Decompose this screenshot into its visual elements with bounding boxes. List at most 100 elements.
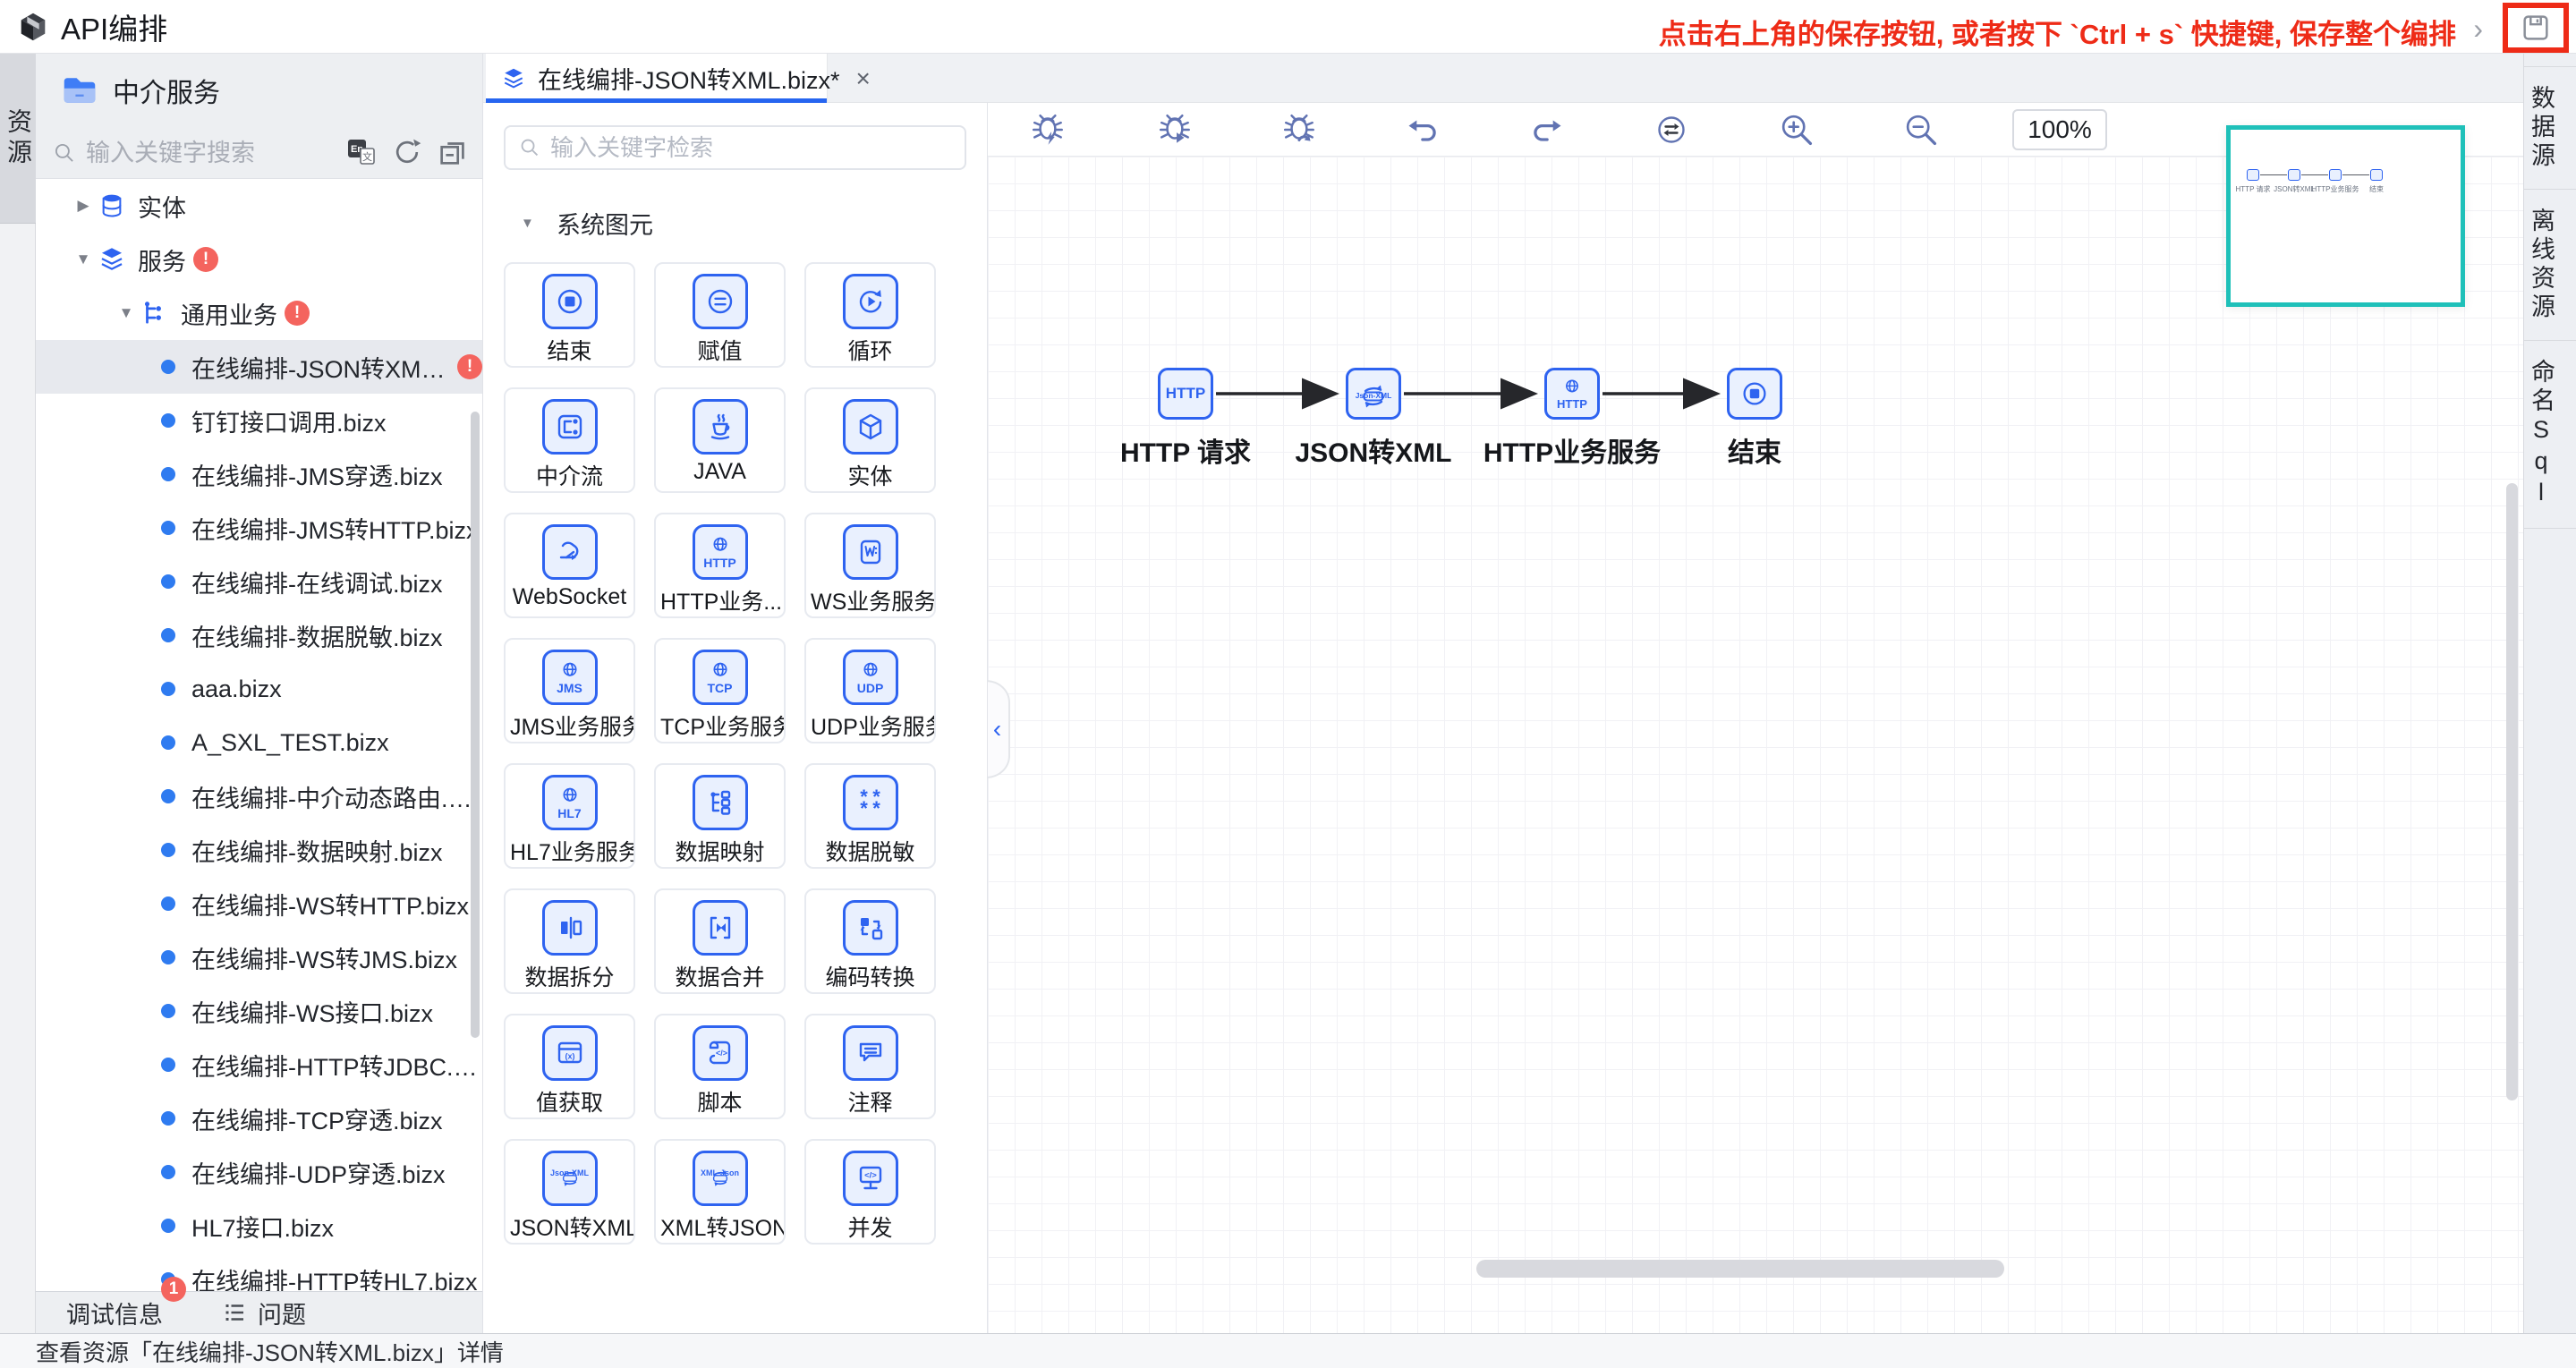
flow-node-3[interactable]: HTTP — [1544, 368, 1600, 420]
palette-item-concurrent[interactable]: </>并发 — [804, 1139, 936, 1245]
flow-canvas[interactable]: 100% HTTPHTTP 请求Json-XMLJSON转XMLHTTPHTTP… — [988, 103, 2523, 1333]
toolbar-debug-lightning-icon[interactable] — [1028, 109, 1069, 150]
tree-item[interactable]: 在线编排-JMS穿透.bizx — [36, 447, 482, 501]
palette-item-globe[interactable]: UDPUDP业务服务 — [804, 638, 936, 743]
palette-item-globe[interactable]: HL7HL7业务服务 — [504, 763, 635, 869]
tree-item[interactable]: ▶实体 — [36, 179, 482, 233]
canvas-grid[interactable]: HTTPHTTP 请求Json-XMLJSON转XMLHTTPHTTP业务服务结… — [988, 157, 2523, 1333]
bullet-dot-icon — [161, 1004, 175, 1018]
page-title: API编排 — [61, 5, 167, 48]
toolbar-debug-play-icon[interactable] — [1155, 109, 1196, 150]
minimap[interactable]: HTTP 请求JSON转XMLHTTP业务服务结束 — [2226, 125, 2465, 307]
palette-item-label: HL7业务服务 — [506, 835, 633, 867]
palette-item-java[interactable]: JAVA — [654, 387, 786, 493]
canvas-horizontal-scrollbar[interactable] — [1476, 1260, 2004, 1278]
palette-item-globe[interactable]: JMSJMS业务服务 — [504, 638, 635, 743]
palette-item-script[interactable]: </>脚本 — [654, 1014, 786, 1119]
palette-item-jsonxml[interactable]: XML-JsonXML转JSON — [654, 1139, 786, 1245]
bullet-dot-icon — [161, 950, 175, 964]
tree-scrollbar[interactable] — [471, 412, 480, 1038]
flow-node-1[interactable]: HTTP — [1158, 368, 1213, 420]
palette-item-convert[interactable]: 编码转换 — [804, 888, 936, 994]
tree-item-label: 在线编排-WS接口.bizx — [191, 994, 433, 1029]
palette-item-jsonxml[interactable]: Json-XMLJSON转XML — [504, 1139, 635, 1245]
palette-item-docw[interactable]: WS业务服务 — [804, 513, 936, 618]
flow-node-4[interactable] — [1727, 368, 1782, 420]
value-icon: (x) — [542, 1025, 598, 1081]
palette-item-equals[interactable]: 赋值 — [654, 262, 786, 368]
toolbar-undo-icon[interactable] — [1403, 109, 1444, 150]
tree-item[interactable]: 在线编排-JSON转XML.bizx! — [36, 340, 482, 394]
sidebar-tab-datasource[interactable]: 数据源 — [2524, 66, 2576, 190]
tab-debug-info[interactable]: 调试信息 — [66, 1296, 163, 1330]
tree-item[interactable]: 在线编排-HTTP转HL7.bizx — [36, 1253, 482, 1291]
palette-item-comment[interactable]: 注释 — [804, 1014, 936, 1119]
zoom-level-display[interactable]: 100% — [2012, 109, 2107, 150]
palette-item-split[interactable]: 数据拆分 — [504, 888, 635, 994]
editor-tab-title: 在线编排-JSON转XML.bizx* — [538, 61, 840, 96]
save-button[interactable] — [2503, 3, 2569, 53]
tree-item[interactable]: 在线编排-WS接口.bizx — [36, 984, 482, 1038]
palette-item-value[interactable]: (x)值获取 — [504, 1014, 635, 1119]
sidebar-tab-resources[interactable]: 资源 — [0, 54, 36, 224]
palette-item-cube[interactable]: 实体 — [804, 387, 936, 493]
palette-section-header[interactable]: ▼ 系统图元 — [483, 206, 987, 241]
collapse-all-icon[interactable] — [436, 135, 470, 169]
palette-item-loop[interactable]: 循环 — [804, 262, 936, 368]
toolbar-zoom-out-icon[interactable] — [1900, 109, 1942, 150]
palette-item-stop[interactable]: 结束 — [504, 262, 635, 368]
palette-item-label: 注释 — [806, 1085, 934, 1117]
flow-node-label: JSON转XML — [1295, 430, 1451, 470]
tree-item[interactable]: HL7接口.bizx — [36, 1199, 482, 1253]
tree-item[interactable]: 钉钉接口调用.bizx — [36, 394, 482, 447]
tree-item-label: aaa.bizx — [191, 676, 282, 703]
tree-item[interactable]: aaa.bizx — [36, 662, 482, 716]
flow-icon — [140, 298, 170, 328]
collapse-palette-handle[interactable]: ‹ — [988, 680, 1010, 778]
bullet-dot-icon — [161, 682, 175, 696]
tree-item[interactable]: 在线编排-WS转HTTP.bizx — [36, 877, 482, 930]
tree-item[interactable]: 在线编排-TCP穿透.bizx — [36, 1092, 482, 1145]
tree-item[interactable]: 在线编排-HTTP转JDBC.bizx — [36, 1038, 482, 1092]
tab-problems[interactable]: 问题 — [222, 1296, 306, 1330]
tree-item[interactable]: A_SXL_TEST.bizx — [36, 716, 482, 769]
tree-item[interactable]: 在线编排-中介动态路由.bizx — [36, 769, 482, 823]
toolbar-redo-icon[interactable] — [1526, 109, 1567, 150]
palette-item-merge[interactable]: 数据合并 — [654, 888, 786, 994]
tree-item[interactable]: 在线编排-UDP穿透.bizx — [36, 1145, 482, 1199]
tree-item[interactable]: ▼通用业务! — [36, 286, 482, 340]
tree-item[interactable]: ▼服务! — [36, 233, 482, 286]
bullet-dot-icon — [161, 360, 175, 374]
palette-item-mapping[interactable]: 数据映射 — [654, 763, 786, 869]
toolbar-zoom-in-icon[interactable] — [1776, 109, 1817, 150]
chevron-right-icon[interactable]: › — [2473, 13, 2483, 46]
palette-item-label: 数据映射 — [656, 835, 784, 867]
tree-item[interactable]: 在线编排-数据脱敏.bizx — [36, 608, 482, 662]
tree-item[interactable]: 在线编排-在线调试.bizx — [36, 555, 482, 608]
svg-text:</>: </> — [715, 1049, 727, 1058]
convert-icon — [843, 900, 898, 956]
close-tab-icon[interactable]: × — [856, 64, 871, 93]
tree-item[interactable]: 在线编排-JMS转HTTP.bizx — [36, 501, 482, 555]
palette-item-globe[interactable]: HTTPHTTP业务... — [654, 513, 786, 618]
palette-search-input[interactable] — [550, 134, 952, 162]
editor-tab-active[interactable]: 在线编排-JSON转XML.bizx* × — [486, 54, 828, 103]
bullet-dot-icon — [161, 521, 175, 535]
chevron-down-icon[interactable]: ▼ — [70, 251, 97, 268]
chevron-right-icon[interactable]: ▶ — [70, 197, 97, 215]
canvas-vertical-scrollbar[interactable] — [2506, 483, 2518, 1100]
refresh-icon[interactable] — [391, 136, 423, 168]
toolbar-auto-layout-icon[interactable] — [1651, 109, 1692, 150]
palette-item-mask[interactable]: ****数据脱敏 — [804, 763, 936, 869]
flow-node-2[interactable]: Json-XML — [1346, 368, 1401, 420]
sidebar-tab-offline-resources[interactable]: 离线资源 — [2524, 190, 2576, 341]
palette-item-flowchart[interactable]: 中介流 — [504, 387, 635, 493]
tree-item[interactable]: 在线编排-WS转JMS.bizx — [36, 930, 482, 984]
translate-icon[interactable]: En文 — [343, 134, 378, 170]
tree-item[interactable]: 在线编排-数据映射.bizx — [36, 823, 482, 877]
sidebar-tab-named-sql[interactable]: 命名Sql — [2524, 341, 2576, 529]
palette-item-globe[interactable]: TCPTCP业务服务 — [654, 638, 786, 743]
chevron-down-icon[interactable]: ▼ — [113, 304, 140, 322]
toolbar-debug-step-icon[interactable] — [1279, 109, 1321, 150]
palette-item-websocket[interactable]: WebSocket — [504, 513, 635, 618]
